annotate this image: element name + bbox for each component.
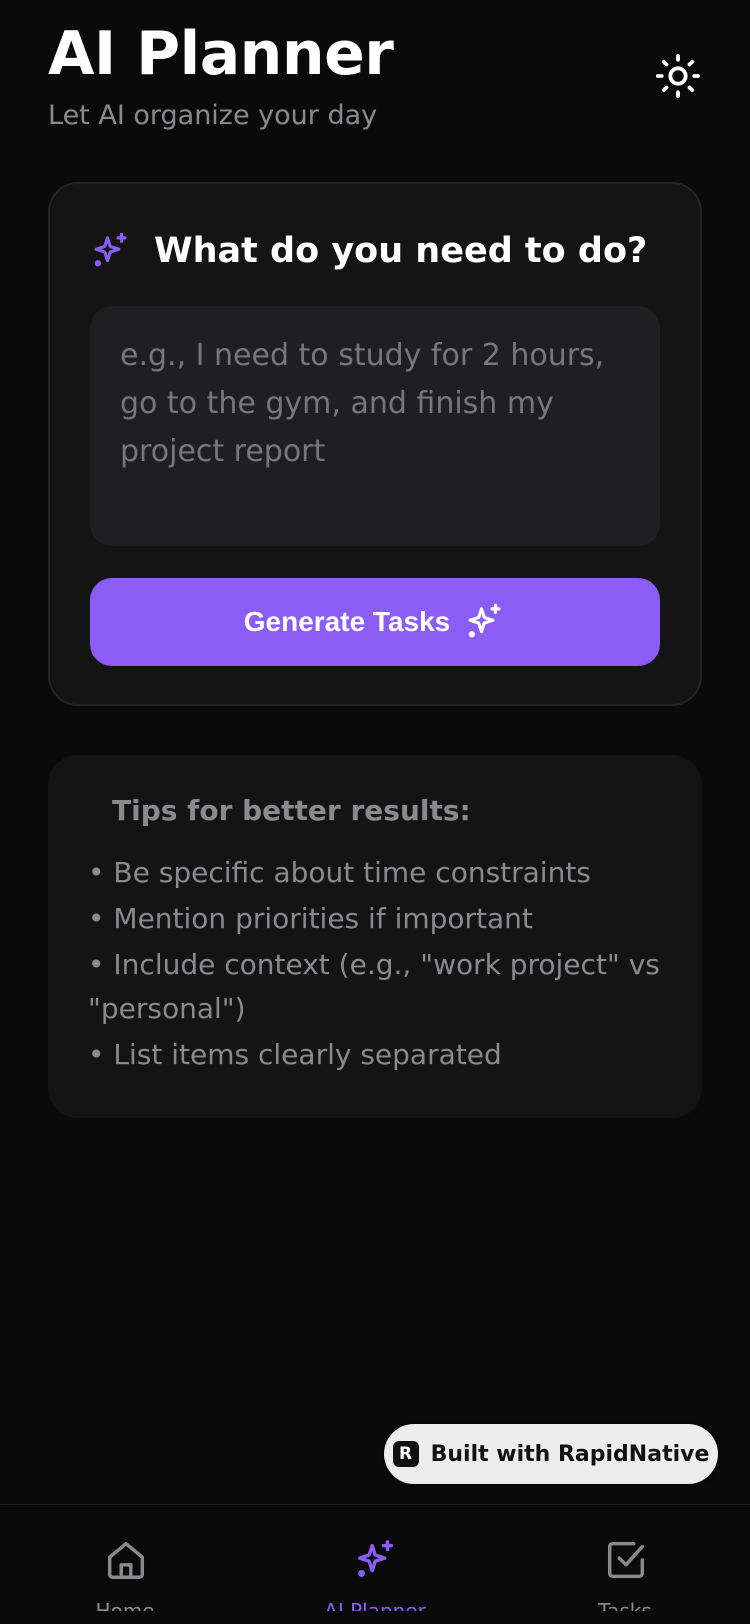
- generate-tasks-button[interactable]: Generate Tasks: [90, 578, 660, 666]
- bottom-tab-bar: Home AI Planner Tasks: [0, 1504, 750, 1624]
- planner-heading: What do you need to do?: [154, 231, 648, 271]
- theme-toggle-button[interactable]: [652, 50, 704, 102]
- ai-planner-screen: AI Planner Let AI organize your day What…: [0, 0, 750, 1624]
- task-input-card: What do you need to do? Generate Tasks: [48, 182, 702, 706]
- tips-card: Tips for better results: • Be specific a…: [48, 755, 702, 1118]
- tab-ai-planner[interactable]: AI Planner: [275, 1505, 475, 1624]
- built-with-rapidnative-badge[interactable]: R Built with RapidNative: [384, 1424, 718, 1484]
- tab-label: AI Planner: [324, 1599, 426, 1611]
- task-description-input[interactable]: [90, 306, 660, 546]
- home-icon: [107, 1541, 145, 1579]
- tab-label: Tasks: [598, 1599, 652, 1611]
- badge-label: Built with RapidNative: [430, 1441, 710, 1467]
- checkbox-icon: [607, 1541, 645, 1579]
- tips-title: Tips for better results:: [112, 794, 471, 827]
- sparkles-icon: [357, 1540, 394, 1577]
- tip-item: • Mention priorities if important: [88, 902, 533, 935]
- sun-icon: [655, 53, 701, 99]
- page-subtitle: Let AI organize your day: [48, 100, 378, 131]
- tips-list: • Be specific about time constraints • M…: [88, 851, 678, 1079]
- tip-item: • Include context (e.g., "work project" …: [88, 948, 660, 1025]
- page-title: AI Planner: [48, 19, 394, 89]
- generate-tasks-label: Generate Tasks: [243, 606, 451, 637]
- tip-item: • List items clearly separated: [88, 1038, 502, 1071]
- tab-label: Home: [95, 1599, 155, 1611]
- sparkles-icon: [468, 603, 501, 638]
- rapidnative-logo-icon: R: [392, 1441, 419, 1467]
- sparkles-icon: [94, 232, 127, 267]
- tab-home[interactable]: Home: [25, 1505, 225, 1624]
- tip-item: • Be specific about time constraints: [88, 856, 591, 889]
- tab-tasks[interactable]: Tasks: [525, 1505, 725, 1624]
